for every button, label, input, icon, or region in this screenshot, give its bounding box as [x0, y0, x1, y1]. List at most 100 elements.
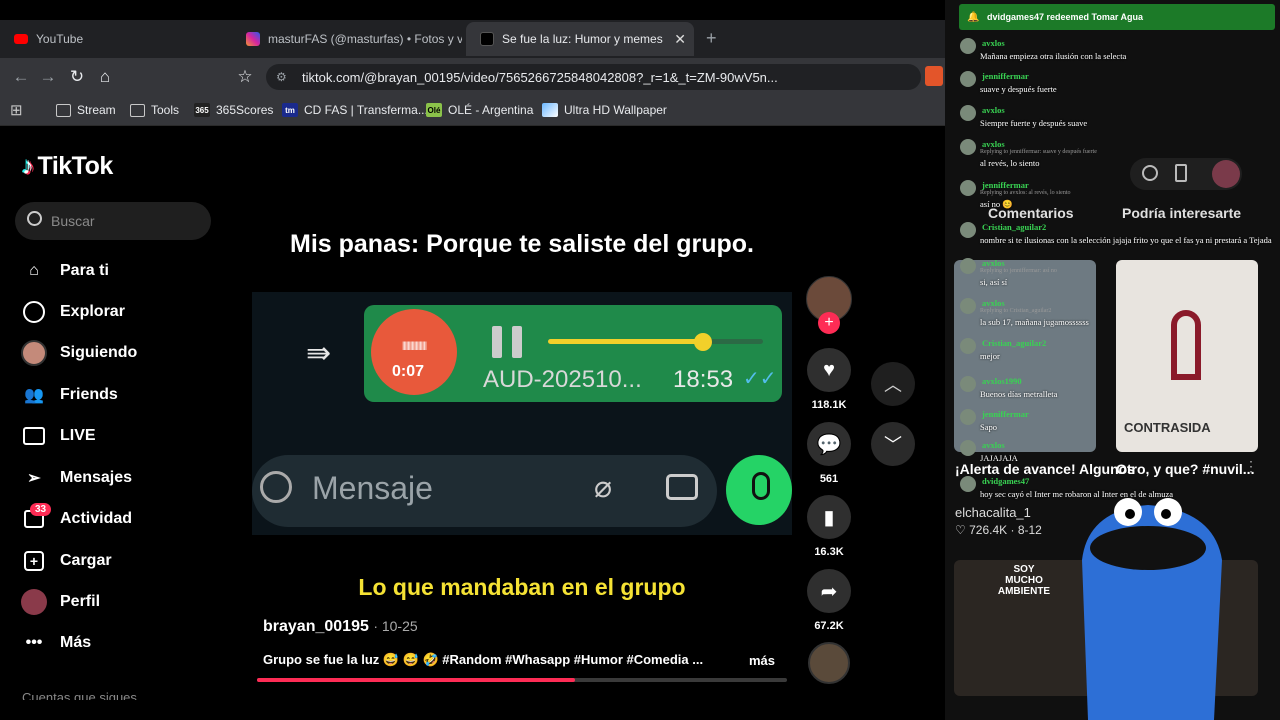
folder-icon — [56, 103, 71, 117]
close-tab-icon[interactable]: ✕ — [674, 31, 686, 48]
bookmark-stream[interactable]: Stream — [56, 101, 116, 119]
share-count: 67.2K — [814, 620, 844, 632]
tab-title: YouTube — [36, 32, 84, 46]
chat-avatar — [960, 180, 976, 196]
more-link[interactable]: más — [749, 653, 775, 668]
chat-text: la sub 17, mañana jugamossssss — [980, 317, 1089, 327]
bookmark-cdfas[interactable]: tm CD FAS | Transferma... — [282, 101, 428, 119]
plus-icon: + — [20, 547, 48, 575]
chevron-up-icon: ︿ — [884, 375, 902, 395]
nav-para-ti[interactable]: ⌂ Para ti — [20, 256, 109, 286]
chat-avatar — [960, 105, 976, 121]
tab-youtube[interactable]: YouTube — [0, 22, 230, 56]
nav-explorar[interactable]: Explorar — [20, 297, 125, 327]
chat-message: avxlos Replying to jenniffermar: suave y … — [960, 139, 1280, 168]
brave-icon[interactable] — [925, 66, 943, 86]
save-action[interactable]: ▮ 16.3K — [806, 495, 852, 558]
like-count: 118.1K — [811, 399, 847, 411]
camera-icon — [666, 474, 698, 500]
video-caption-bottom: Lo que mandaban en el grupo — [358, 574, 686, 600]
sticker-icon — [260, 471, 292, 503]
heart-outline-icon: ♡ — [955, 523, 966, 537]
reload-icon[interactable]: ↻ — [64, 64, 90, 90]
chat-message: jenniffermar Replying to avxlos: al revés… — [960, 180, 1280, 210]
like-action[interactable]: ♥ 118.1K — [806, 348, 852, 411]
chat-reply: Replying to jenniffermar: suave y despué… — [980, 149, 1097, 155]
bookmark-wallpaper[interactable]: Ultra HD Wallpaper — [542, 101, 667, 119]
nav-siguiendo[interactable]: Siguiendo — [20, 338, 137, 368]
tiktok-logo[interactable]: ♪ TikTok — [22, 152, 113, 181]
recommended-author-1[interactable]: elchacalita_1 — [955, 505, 1031, 520]
nav-friends[interactable]: 👥 Friends — [20, 380, 118, 410]
video-progress[interactable] — [257, 678, 787, 682]
recommended-title-2[interactable]: Otro, y que? #nuvil... — [1116, 461, 1254, 477]
recommended-title-1[interactable]: ¡Alerta de avance! Algunos — [955, 461, 1135, 477]
compass-icon — [20, 298, 48, 326]
previous-video-button[interactable]: ︿ — [871, 362, 915, 406]
bookmark-365scores[interactable]: 365 365Scores — [194, 101, 273, 119]
music-disc-icon[interactable] — [808, 642, 850, 684]
share-action[interactable]: ➦ 67.2K — [806, 569, 852, 632]
tab-tiktok[interactable]: Se fue la luz: Humor y memes ✕ — [466, 22, 694, 56]
following-accounts-heading: Cuentas que sigues — [22, 690, 137, 700]
tab-instagram[interactable]: masturFAS (@masturfas) • Fotos y vic — [232, 22, 462, 56]
audio-filename: AUD-202510... — [483, 366, 642, 393]
tab-title: masturFAS (@masturfas) • Fotos y vic — [268, 32, 462, 46]
thumb-text: SOY MUCHO AMBIENTE — [997, 564, 1051, 597]
home-icon[interactable]: ⌂ — [92, 64, 118, 90]
apps-icon[interactable]: ⊞ — [10, 101, 23, 119]
search-input[interactable]: Buscar — [15, 202, 211, 240]
audio-track — [548, 339, 763, 344]
send-icon: ➢ — [27, 470, 41, 487]
nav-cargar[interactable]: + Cargar — [20, 546, 112, 576]
chat-avatar — [960, 440, 976, 456]
live-icon — [20, 422, 48, 450]
audio-track-fill — [548, 339, 703, 344]
nav-perfil[interactable]: Perfil — [20, 587, 100, 617]
bookmark-ole[interactable]: Olé OLÉ - Argentina — [426, 101, 533, 119]
pause-icon — [492, 326, 522, 358]
chat-avatar — [960, 139, 976, 155]
chat-text: si, así sí — [980, 277, 1008, 287]
share-icon: ➦ — [807, 569, 851, 613]
video-author[interactable]: brayan_00195 · 10-25 — [263, 618, 418, 636]
site-info-icon[interactable]: ⚙ — [276, 70, 287, 84]
more-icon: ••• — [25, 634, 43, 651]
chat-avatar — [960, 38, 976, 54]
back-icon[interactable]: ← — [8, 64, 34, 90]
recommended-stats-1: ♡ 726.4K · 8-12 — [955, 523, 1042, 537]
audio-clock: 18:53 — [673, 366, 734, 393]
nav-live[interactable]: LIVE — [20, 421, 96, 451]
nav-mensajes[interactable]: ➢ Mensajes — [20, 463, 132, 493]
chat-text: así no 😊 — [980, 199, 1013, 209]
chat-text: Buenos días metralleta — [980, 389, 1058, 399]
cookie-monster-overlay — [1082, 498, 1222, 720]
voice-avatar — [371, 309, 457, 395]
chat-avatar — [960, 376, 976, 392]
video-description: Grupo se fue la luz 😅 😅 🤣 #Random #Whasa… — [263, 652, 704, 667]
follow-plus-icon[interactable]: + — [818, 312, 840, 334]
chat-message: avxlos1990 Buenos días metralleta — [960, 376, 1280, 399]
video-caption-top: Mis panas: Porque te saliste del grupo. — [290, 230, 754, 258]
comment-icon: 💬 — [807, 422, 851, 466]
audio-scrubber — [694, 333, 712, 351]
activity-badge: 33 — [30, 503, 52, 516]
ole-icon: Olé — [426, 103, 442, 117]
forward-icon[interactable]: → — [35, 64, 61, 90]
bell-icon: 🔔 — [967, 11, 980, 23]
365scores-icon: 365 — [194, 103, 210, 117]
address-bar[interactable]: ⚙ tiktok.com/@brayan_00195/video/7565266… — [266, 64, 921, 90]
comment-action[interactable]: 💬 561 — [806, 422, 852, 485]
bookmark-tools[interactable]: Tools — [130, 101, 179, 119]
instagram-icon — [246, 32, 260, 46]
next-video-button[interactable]: ﹀ — [871, 422, 915, 466]
new-tab-button[interactable]: + — [706, 28, 717, 49]
heart-icon: ♥ — [807, 348, 851, 392]
video-progress-fill — [257, 678, 575, 682]
bookmark-icon[interactable]: ☆ — [232, 64, 258, 90]
chat-avatar — [960, 298, 976, 314]
chat-message: avxlos Siempre fuerte y después suave — [960, 105, 1280, 128]
bookmark-icon: ▮ — [807, 495, 851, 539]
nav-mas[interactable]: ••• Más — [20, 628, 92, 658]
following-avatar-icon — [20, 339, 48, 367]
